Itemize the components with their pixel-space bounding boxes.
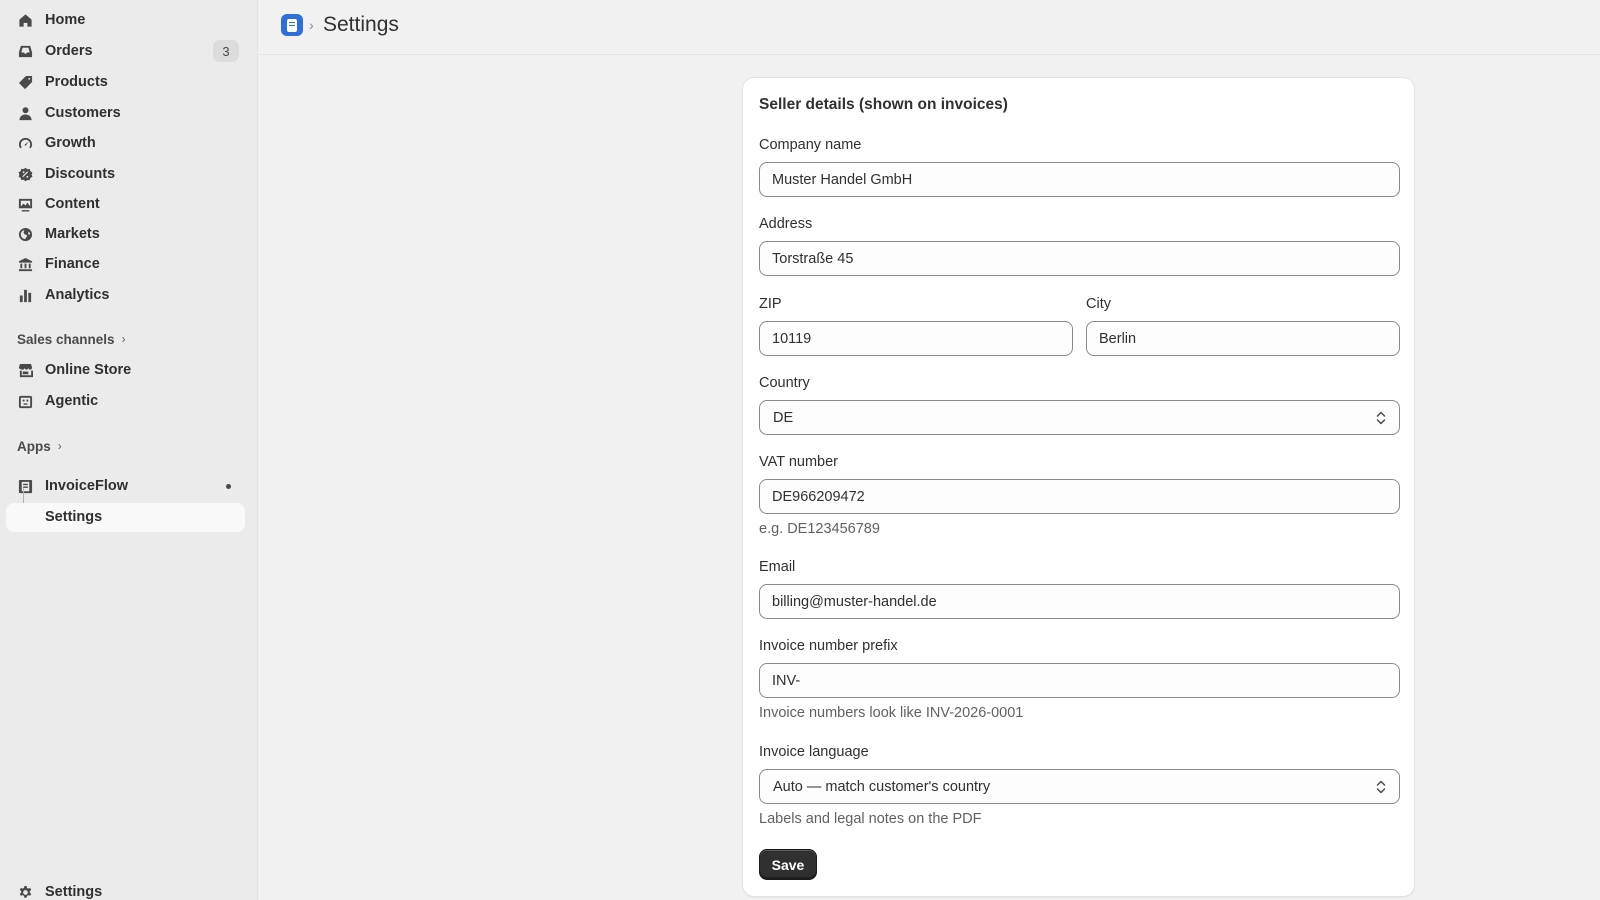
city-label: City [1086, 296, 1111, 312]
sidebar-item-home[interactable]: Home [6, 6, 245, 35]
sidebar-item-discounts[interactable]: Discounts [6, 160, 245, 189]
country-select-value: DE [773, 410, 794, 426]
bar-chart-icon [18, 288, 33, 303]
image-icon [18, 197, 33, 212]
company-name-input[interactable] [759, 162, 1400, 197]
country-select[interactable]: DE [759, 400, 1400, 435]
email-label: Email [759, 559, 796, 575]
apps-label: Apps [17, 438, 51, 454]
sidebar-item-customers[interactable]: Customers [6, 99, 245, 128]
sales-channels-label: Sales channels [17, 331, 115, 347]
sidebar-item-label: Markets [45, 226, 100, 242]
sidebar-item-growth[interactable]: Growth [6, 129, 245, 158]
vat-number-input[interactable] [759, 479, 1400, 514]
sidebar-item-label: Finance [45, 256, 100, 272]
robot-icon [18, 394, 33, 409]
card-title: Seller details (shown on invoices) [759, 96, 1008, 113]
page-title: Settings [323, 13, 399, 36]
sidebar-item-markets[interactable]: Markets [6, 220, 245, 249]
home-icon [18, 13, 33, 28]
sidebar-item-label: Agentic [45, 393, 99, 409]
zip-label: ZIP [759, 296, 782, 312]
chevron-right-icon: › [121, 332, 126, 346]
vat-help-text: e.g. DE123456789 [759, 521, 880, 537]
sidebar-item-label: Products [45, 74, 108, 90]
sidebar-item-analytics[interactable]: Analytics [6, 281, 245, 310]
invoice-language-select-value: Auto — match customer's country [773, 779, 991, 795]
person-icon [18, 106, 33, 121]
invoiceflow-logo-icon[interactable] [281, 14, 303, 36]
address-input[interactable] [759, 241, 1400, 276]
invoice-prefix-input[interactable] [759, 663, 1400, 698]
discount-icon [18, 167, 33, 182]
sidebar-item-label: Online Store [45, 362, 132, 378]
sidebar-item-label: InvoiceFlow [45, 478, 128, 494]
globe-icon [18, 227, 33, 242]
sidebar-item-products[interactable]: Products [6, 68, 245, 97]
sidebar: Home Orders 3 Products Customers Growth … [0, 0, 258, 900]
sidebar-item-agentic[interactable]: Agentic [6, 387, 245, 416]
apps-section[interactable]: Apps › [17, 436, 62, 456]
store-icon [18, 363, 33, 378]
sidebar-item-finance[interactable]: Finance [6, 250, 245, 279]
email-input[interactable] [759, 584, 1400, 619]
sidebar-item-label: Settings [45, 509, 103, 525]
sidebar-item-label: Content [45, 196, 100, 212]
bank-icon [18, 257, 33, 272]
gear-icon [18, 885, 33, 900]
vat-number-label: VAT number [759, 454, 838, 470]
sidebar-item-label: Analytics [45, 287, 110, 303]
select-updown-icon [1376, 411, 1386, 425]
sidebar-item-content[interactable]: Content [6, 190, 245, 219]
breadcrumb-separator: › [309, 17, 314, 33]
app-pin-dot [226, 484, 231, 489]
invoice-prefix-help-text: Invoice numbers look like INV-2026-0001 [759, 705, 1024, 721]
gauge-icon [18, 136, 33, 151]
sidebar-item-orders[interactable]: Orders 3 [6, 37, 245, 66]
sidebar-item-label: Discounts [45, 166, 116, 182]
invoice-language-label: Invoice language [759, 744, 869, 760]
company-name-label: Company name [759, 137, 862, 153]
sidebar-item-online-store[interactable]: Online Store [6, 356, 245, 385]
sidebar-item-label: Customers [45, 105, 121, 121]
sidebar-item-invoiceflow[interactable]: InvoiceFlow [6, 472, 245, 501]
sidebar-item-label: Growth [45, 135, 96, 151]
sidebar-item-label: Settings [45, 884, 103, 900]
sales-channels-section[interactable]: Sales channels › [17, 329, 126, 349]
seller-details-card: Seller details (shown on invoices) Compa… [742, 77, 1415, 897]
zip-input[interactable] [759, 321, 1073, 356]
top-bar: › Settings [259, 0, 1600, 55]
invoice-language-help-text: Labels and legal notes on the PDF [759, 811, 982, 827]
tag-icon [18, 75, 33, 90]
sidebar-item-app-settings[interactable]: Settings [6, 503, 245, 532]
inbox-icon [18, 44, 33, 59]
sidebar-item-label: Orders [45, 43, 93, 59]
address-label: Address [759, 216, 813, 232]
invoice-language-select[interactable]: Auto — match customer's country [759, 769, 1400, 804]
invoice-prefix-label: Invoice number prefix [759, 638, 898, 654]
sidebar-item-settings[interactable]: Settings [6, 878, 245, 900]
sidebar-item-label: Home [45, 12, 86, 28]
chevron-right-icon: › [57, 439, 62, 453]
country-label: Country [759, 375, 810, 391]
select-updown-icon [1376, 780, 1386, 794]
save-button[interactable]: Save [759, 849, 817, 880]
orders-count-badge: 3 [213, 40, 239, 62]
city-input[interactable] [1086, 321, 1400, 356]
